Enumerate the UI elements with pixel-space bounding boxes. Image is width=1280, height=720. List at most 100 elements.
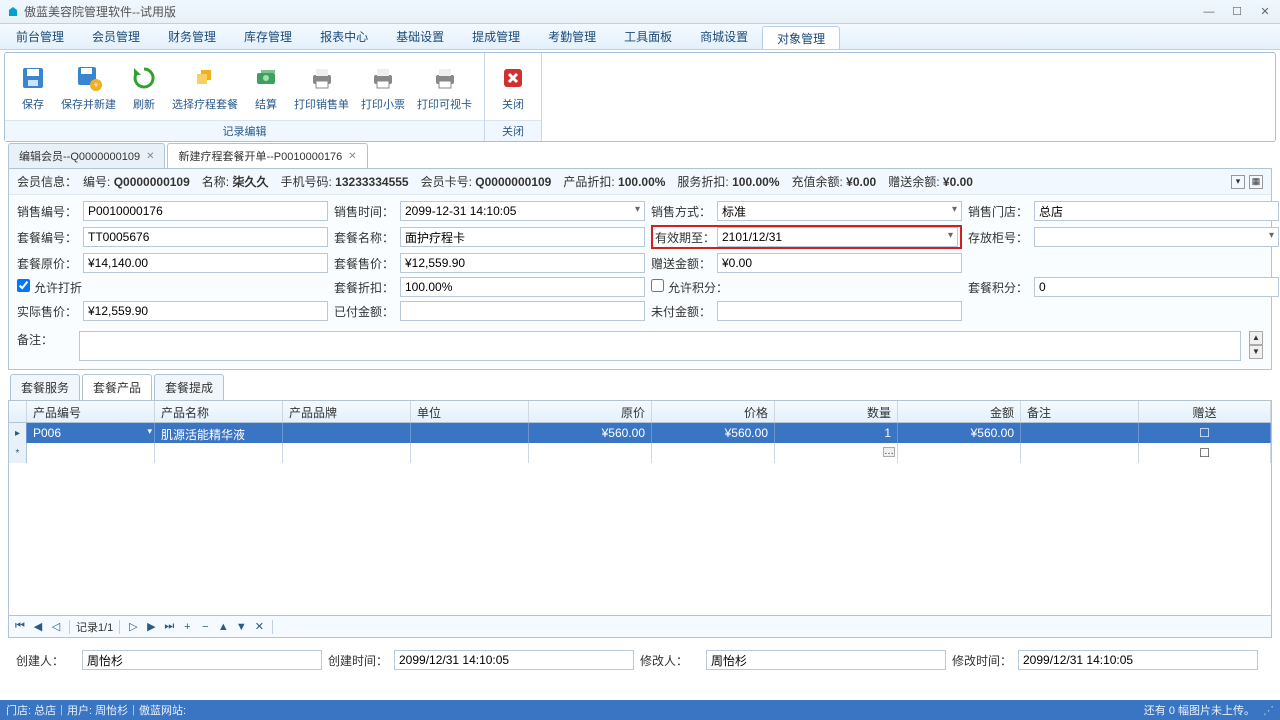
- input-sale-store[interactable]: [1034, 201, 1279, 221]
- grid-cell[interactable]: [1021, 423, 1139, 443]
- input-sale-mode[interactable]: [717, 201, 962, 221]
- pager-cancel-icon[interactable]: ✕: [252, 620, 266, 634]
- info-label: 服务折扣:: [677, 175, 728, 189]
- scroll-down-icon[interactable]: ▼: [1249, 345, 1263, 359]
- grid-cell[interactable]: [411, 423, 529, 443]
- input-pkg-disc[interactable]: [400, 277, 645, 297]
- grid-header-cell[interactable]: 产品品牌: [283, 401, 411, 422]
- checkbox-allow-points[interactable]: 允许积分：: [651, 281, 728, 295]
- pager-add-icon[interactable]: +: [180, 620, 194, 634]
- grid-cell[interactable]: ¥560.00: [529, 423, 652, 443]
- menu-item[interactable]: 提成管理: [458, 24, 534, 49]
- grid-header: 产品编号产品名称产品品牌单位原价价格数量金额备注赠送: [9, 401, 1271, 423]
- menu-item[interactable]: 考勤管理: [534, 24, 610, 49]
- grid-header-cell[interactable]: 赠送: [1139, 401, 1271, 422]
- grid-header-cell[interactable]: 产品编号: [27, 401, 155, 422]
- grid-cell[interactable]: 1: [775, 423, 898, 443]
- pager-up-icon[interactable]: ▲: [216, 620, 230, 634]
- label-modifier: 修改人：: [640, 652, 700, 669]
- input-sale-no[interactable]: [83, 201, 328, 221]
- input-sale-time[interactable]: [400, 201, 645, 221]
- grid-header-cell[interactable]: 数量: [775, 401, 898, 422]
- label-store-cab: 存放柜号：: [968, 229, 1028, 246]
- input-gift-amt[interactable]: [717, 253, 962, 273]
- grid-header-cell[interactable]: 价格: [652, 401, 775, 422]
- input-pkg-no[interactable]: [83, 227, 328, 247]
- info-label: 充值余额:: [791, 175, 842, 189]
- input-store-cab[interactable]: [1034, 227, 1279, 247]
- menu-item[interactable]: 前台管理: [2, 24, 78, 49]
- grid-header-cell[interactable]: 原价: [529, 401, 652, 422]
- checkbox-allow-discount[interactable]: 允许打折: [17, 281, 82, 295]
- status-site-link[interactable]: 傲蓝网站:: [139, 702, 186, 718]
- document-tab-label: 编辑会员--Q0000000109: [19, 148, 140, 164]
- label-sale-mode: 销售方式：: [651, 203, 711, 220]
- ribbon-btn-print[interactable]: 打印销售单: [288, 55, 355, 118]
- input-valid-to[interactable]: [717, 227, 958, 247]
- sub-tab[interactable]: 套餐提成: [154, 374, 224, 400]
- menu-item[interactable]: 工具面板: [610, 24, 686, 49]
- grid-header-cell[interactable]: 备注: [1021, 401, 1139, 422]
- close-icon[interactable]: ✕: [146, 151, 154, 162]
- pager-prev-icon[interactable]: ◀: [31, 620, 45, 634]
- grid-cell[interactable]: 肌源活能精华液: [155, 423, 283, 443]
- sub-tab[interactable]: 套餐产品: [82, 374, 152, 400]
- menu-item[interactable]: 对象管理: [762, 26, 840, 49]
- ribbon-btn-close[interactable]: 关闭: [491, 55, 535, 118]
- menu-item[interactable]: 基础设置: [382, 24, 458, 49]
- ribbon-btn-save-new[interactable]: +保存并新建: [55, 55, 122, 118]
- pager-prev2-icon[interactable]: ◁: [49, 620, 63, 634]
- minimize-button[interactable]: —: [1200, 5, 1218, 19]
- input-real-price[interactable]: [83, 301, 328, 321]
- dropdown-icon[interactable]: ▾: [1231, 175, 1245, 189]
- menu-item[interactable]: 会员管理: [78, 24, 154, 49]
- ribbon-btn-print[interactable]: 打印可视卡: [411, 55, 478, 118]
- grid-cell[interactable]: ☐: [1139, 423, 1271, 443]
- window-title: 傲蓝美容院管理软件--试用版: [24, 3, 1200, 20]
- pager-next-icon[interactable]: ▶: [144, 620, 158, 634]
- grid-cell[interactable]: ¥560.00: [898, 423, 1021, 443]
- table-row-new[interactable]: *…☐: [9, 443, 1271, 463]
- ellipsis-icon[interactable]: …: [883, 447, 895, 457]
- input-orig-price[interactable]: [83, 253, 328, 273]
- titlebar: 傲蓝美容院管理软件--试用版 — ☐ ✕: [0, 0, 1280, 24]
- grid-cell[interactable]: [283, 423, 411, 443]
- ribbon-btn-choose[interactable]: 选择疗程套餐: [166, 55, 244, 118]
- pager-down-icon[interactable]: ▼: [234, 620, 248, 634]
- pager-next2-icon[interactable]: ▷: [126, 620, 140, 634]
- close-window-button[interactable]: ✕: [1256, 5, 1274, 19]
- input-sale-price[interactable]: [400, 253, 645, 273]
- pager-last-icon[interactable]: ⏭: [162, 620, 176, 634]
- grid-header-cell[interactable]: 金额: [898, 401, 1021, 422]
- grid-cell[interactable]: ¥560.00: [652, 423, 775, 443]
- menu-item[interactable]: 商城设置: [686, 24, 762, 49]
- document-tab[interactable]: 编辑会员--Q0000000109 ✕: [8, 143, 165, 168]
- input-pkg-pts[interactable]: [1034, 277, 1279, 297]
- close-icon[interactable]: ✕: [348, 151, 356, 162]
- grid-header-cell[interactable]: 产品名称: [155, 401, 283, 422]
- ribbon-btn-print[interactable]: 打印小票: [355, 55, 411, 118]
- menu-item[interactable]: 报表中心: [306, 24, 382, 49]
- form-area: 会员信息： 编号: Q0000000109名称: 柒久久手机号码: 132333…: [8, 168, 1272, 370]
- input-unpaid[interactable]: [717, 301, 962, 321]
- input-pkg-name[interactable]: [400, 227, 645, 247]
- pager-first-icon[interactable]: ⏮: [13, 620, 27, 634]
- scroll-up-icon[interactable]: ▲: [1249, 331, 1263, 345]
- menu-item[interactable]: 库存管理: [230, 24, 306, 49]
- ribbon-btn-settle[interactable]: 结算: [244, 55, 288, 118]
- ribbon-btn-save[interactable]: 保存: [11, 55, 55, 118]
- document-tab[interactable]: 新建疗程套餐开单--P0010000176✕: [167, 143, 367, 168]
- grid-header-cell[interactable]: [9, 401, 27, 422]
- input-paid[interactable]: [400, 301, 645, 321]
- pager-remove-icon[interactable]: −: [198, 620, 212, 634]
- ribbon-btn-refresh[interactable]: 刷新: [122, 55, 166, 118]
- table-row[interactable]: ▸P006▾肌源活能精华液¥560.00¥560.001¥560.00☐: [9, 423, 1271, 443]
- maximize-button[interactable]: ☐: [1228, 5, 1246, 19]
- input-remark[interactable]: [79, 331, 1241, 361]
- sub-tab[interactable]: 套餐服务: [10, 374, 80, 400]
- gift-checkbox[interactable]: ☐: [1139, 443, 1271, 463]
- member-card-icon[interactable]: ▦: [1249, 175, 1263, 189]
- menu-item[interactable]: 财务管理: [154, 24, 230, 49]
- grid-cell[interactable]: P006▾: [27, 423, 155, 443]
- grid-header-cell[interactable]: 单位: [411, 401, 529, 422]
